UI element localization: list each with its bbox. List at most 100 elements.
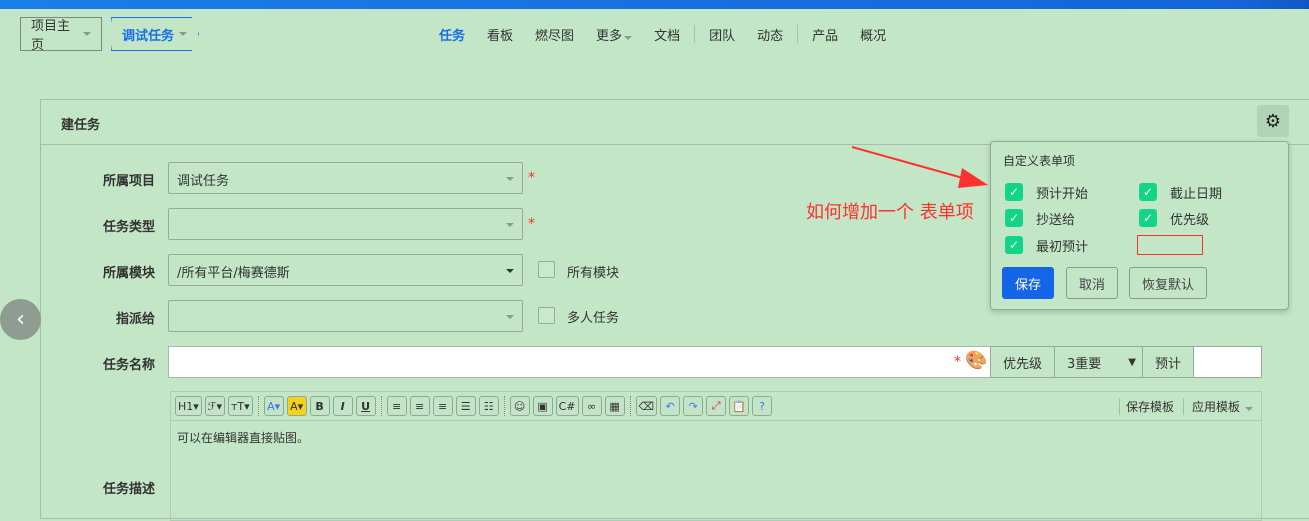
font-color-button[interactable]: A▾ [263, 396, 284, 416]
panel-title: 建任务 [61, 118, 101, 133]
type-select[interactable] [168, 208, 523, 240]
emoji-icon[interactable]: ☺ [509, 396, 530, 416]
caret-down-icon [624, 35, 633, 40]
description-editor[interactable] [170, 421, 1262, 521]
toolbar-divider [629, 396, 631, 416]
caret-down-icon [506, 223, 514, 227]
caret-down-icon [506, 269, 514, 273]
nav-overview[interactable]: 概况 [849, 25, 897, 44]
heading-button[interactable]: H1▾ [175, 396, 202, 416]
assign-select[interactable] [168, 300, 523, 332]
table-icon[interactable]: ▦ [604, 396, 625, 416]
annotation-text: 如何增加一个 表单项 [806, 202, 974, 223]
toolbar-divider [503, 396, 505, 416]
field-label: 预计开始 [1036, 187, 1089, 202]
eraser-icon[interactable]: ⌫ [635, 396, 658, 416]
font-size-button[interactable]: тT▾ [227, 396, 253, 416]
estimate-input[interactable] [1193, 346, 1262, 378]
underline-button[interactable]: U [355, 396, 376, 416]
nav-product[interactable]: 产品 [801, 25, 849, 44]
estimate-label: 预计 [1142, 346, 1194, 378]
nav-more-label: 更多 [596, 28, 623, 44]
multi-task-checkbox[interactable] [538, 307, 555, 324]
popup-cancel-button[interactable]: 取消 [1066, 267, 1118, 299]
checkbox-start-date[interactable]: ✓ [1005, 183, 1023, 201]
chevron-left-icon: ‹ [16, 307, 25, 332]
prev-button[interactable]: ‹ [0, 299, 41, 340]
bold-button[interactable]: B [309, 396, 330, 416]
custom-form-popup: 自定义表单项 ✓ 预计开始 ✓ 截止日期 ✓ 抄送给 ✓ 优先级 ✓ 最初预计 … [990, 141, 1289, 310]
unordered-list-button[interactable]: ☷ [478, 396, 499, 416]
caret-down-icon [179, 32, 188, 36]
image-icon[interactable]: ▣ [532, 396, 553, 416]
align-right-button[interactable]: ≡ [432, 396, 453, 416]
align-center-button[interactable]: ≡ [409, 396, 430, 416]
required-mark: * [528, 216, 535, 232]
align-left-button[interactable]: ≡ [386, 396, 407, 416]
field-label: 优先级 [1170, 213, 1210, 228]
main-nav: 任务 看板 燃尽图 更多 文档 团队 动态 产品 概况 [428, 24, 897, 44]
nav-more[interactable]: 更多 [585, 25, 643, 44]
priority-value: 3重要 [1067, 356, 1102, 372]
nav-divider [797, 25, 799, 43]
required-mark: * [528, 170, 535, 186]
checkbox-deadline[interactable]: ✓ [1139, 183, 1157, 201]
palette-icon[interactable]: 🎨 [965, 350, 987, 371]
redo-icon[interactable]: ↷ [683, 396, 704, 416]
top-bar [0, 0, 1309, 9]
fullscreen-icon[interactable]: ⤢ [706, 396, 727, 416]
toolbar-divider [380, 396, 382, 416]
nav-tasks[interactable]: 任务 [428, 25, 476, 44]
breadcrumb-home[interactable]: 项目主页 [20, 17, 102, 53]
assign-label: 指派给 [115, 312, 155, 327]
all-modules-label: 所有模块 [567, 266, 620, 281]
caret-down-icon [1245, 406, 1253, 411]
annotation-arrow [851, 146, 988, 188]
nav-burndown[interactable]: 燃尽图 [524, 25, 585, 44]
font-family-button[interactable]: ℱ▾ [204, 396, 225, 416]
popup-save-button[interactable]: 保存 [1002, 267, 1054, 299]
highlight-button[interactable]: A▾ [286, 396, 307, 416]
caret-down-icon [506, 315, 514, 319]
popup-reset-button[interactable]: 恢复默认 [1129, 267, 1207, 299]
apply-template-button[interactable]: 应用模板 [1182, 397, 1257, 415]
editor-toolbar: H1▾ ℱ▾ тT▾ A▾ A▾ B I U ≡ ≡ ≡ ☰ ☷ ☺ ▣ C# … [170, 391, 1262, 421]
nav-kanban[interactable]: 看板 [476, 25, 524, 44]
project-label: 所属项目 [102, 174, 155, 189]
module-value: /所有平台/梅赛德斯 [177, 266, 290, 281]
priority-select[interactable]: 3重要 ▼ [1054, 346, 1143, 378]
nav-team[interactable]: 团队 [698, 25, 746, 44]
undo-icon[interactable]: ↶ [660, 396, 681, 416]
caret-down-icon [506, 177, 514, 181]
ordered-list-button[interactable]: ☰ [455, 396, 476, 416]
apply-template-label: 应用模板 [1191, 399, 1240, 414]
paste-icon[interactable]: 📋 [729, 396, 750, 416]
checkbox-priority[interactable]: ✓ [1139, 209, 1157, 227]
gear-button[interactable]: ⚙ [1257, 105, 1289, 137]
highlight-box [1137, 235, 1203, 255]
breadcrumb-current[interactable]: 调试任务 [111, 17, 199, 51]
description-text: 可以在编辑器直接贴图。 [177, 431, 310, 445]
gear-icon: ⚙ [1264, 110, 1282, 132]
nav-docs[interactable]: 文档 [643, 25, 691, 44]
project-value: 调试任务 [177, 174, 230, 189]
type-label: 任务类型 [102, 220, 155, 235]
popup-title: 自定义表单项 [1003, 154, 1076, 168]
all-modules-checkbox[interactable] [538, 261, 555, 278]
code-icon[interactable]: C# [555, 396, 579, 416]
project-select[interactable]: 调试任务 [168, 162, 523, 194]
save-template-button[interactable]: 保存模板 [1118, 397, 1180, 415]
toolbar-divider [257, 396, 259, 416]
breadcrumb-home-label: 项目主页 [31, 19, 71, 53]
required-mark: * [954, 354, 961, 370]
nav-divider [694, 25, 696, 43]
checkbox-initial-estimate[interactable]: ✓ [1005, 236, 1023, 254]
link-icon[interactable]: ∞ [581, 396, 602, 416]
help-icon[interactable]: ? [752, 396, 773, 416]
italic-button[interactable]: I [332, 396, 353, 416]
task-name-input[interactable] [168, 346, 991, 378]
nav-dynamic[interactable]: 动态 [746, 25, 794, 44]
module-select[interactable]: /所有平台/梅赛德斯 [168, 254, 523, 286]
module-label: 所属模块 [102, 266, 155, 281]
checkbox-cc[interactable]: ✓ [1005, 209, 1023, 227]
